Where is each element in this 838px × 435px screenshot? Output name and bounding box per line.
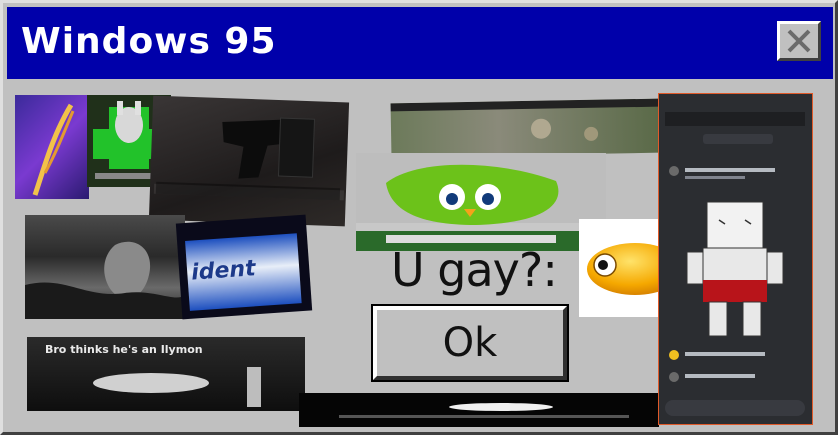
feather-photo bbox=[15, 95, 89, 199]
window-title: Windows 95 bbox=[21, 21, 277, 62]
phone-screenshot bbox=[658, 93, 813, 425]
bro-meme-photo: Bro thinks he's an Ilymon bbox=[27, 337, 305, 411]
black-strip-photo bbox=[299, 393, 659, 427]
close-button[interactable] bbox=[777, 21, 821, 61]
dialog-prompt: U gay?: bbox=[391, 243, 558, 297]
dark-photo bbox=[148, 95, 350, 227]
title-bar[interactable]: Windows 95 bbox=[7, 7, 833, 79]
owl-photo bbox=[356, 153, 606, 251]
ok-button[interactable]: Ok bbox=[371, 304, 569, 382]
grass-photo bbox=[390, 98, 660, 158]
trident-photo: ident bbox=[175, 214, 313, 320]
dialog-window: Windows 95 ident Bro thinks he's an Ilym… bbox=[0, 0, 838, 435]
trident-label: ident bbox=[190, 256, 257, 286]
ok-button-label: Ok bbox=[442, 320, 498, 366]
drawn-character bbox=[686, 201, 784, 337]
storm-cat-photo bbox=[25, 215, 185, 319]
close-icon bbox=[787, 29, 811, 53]
